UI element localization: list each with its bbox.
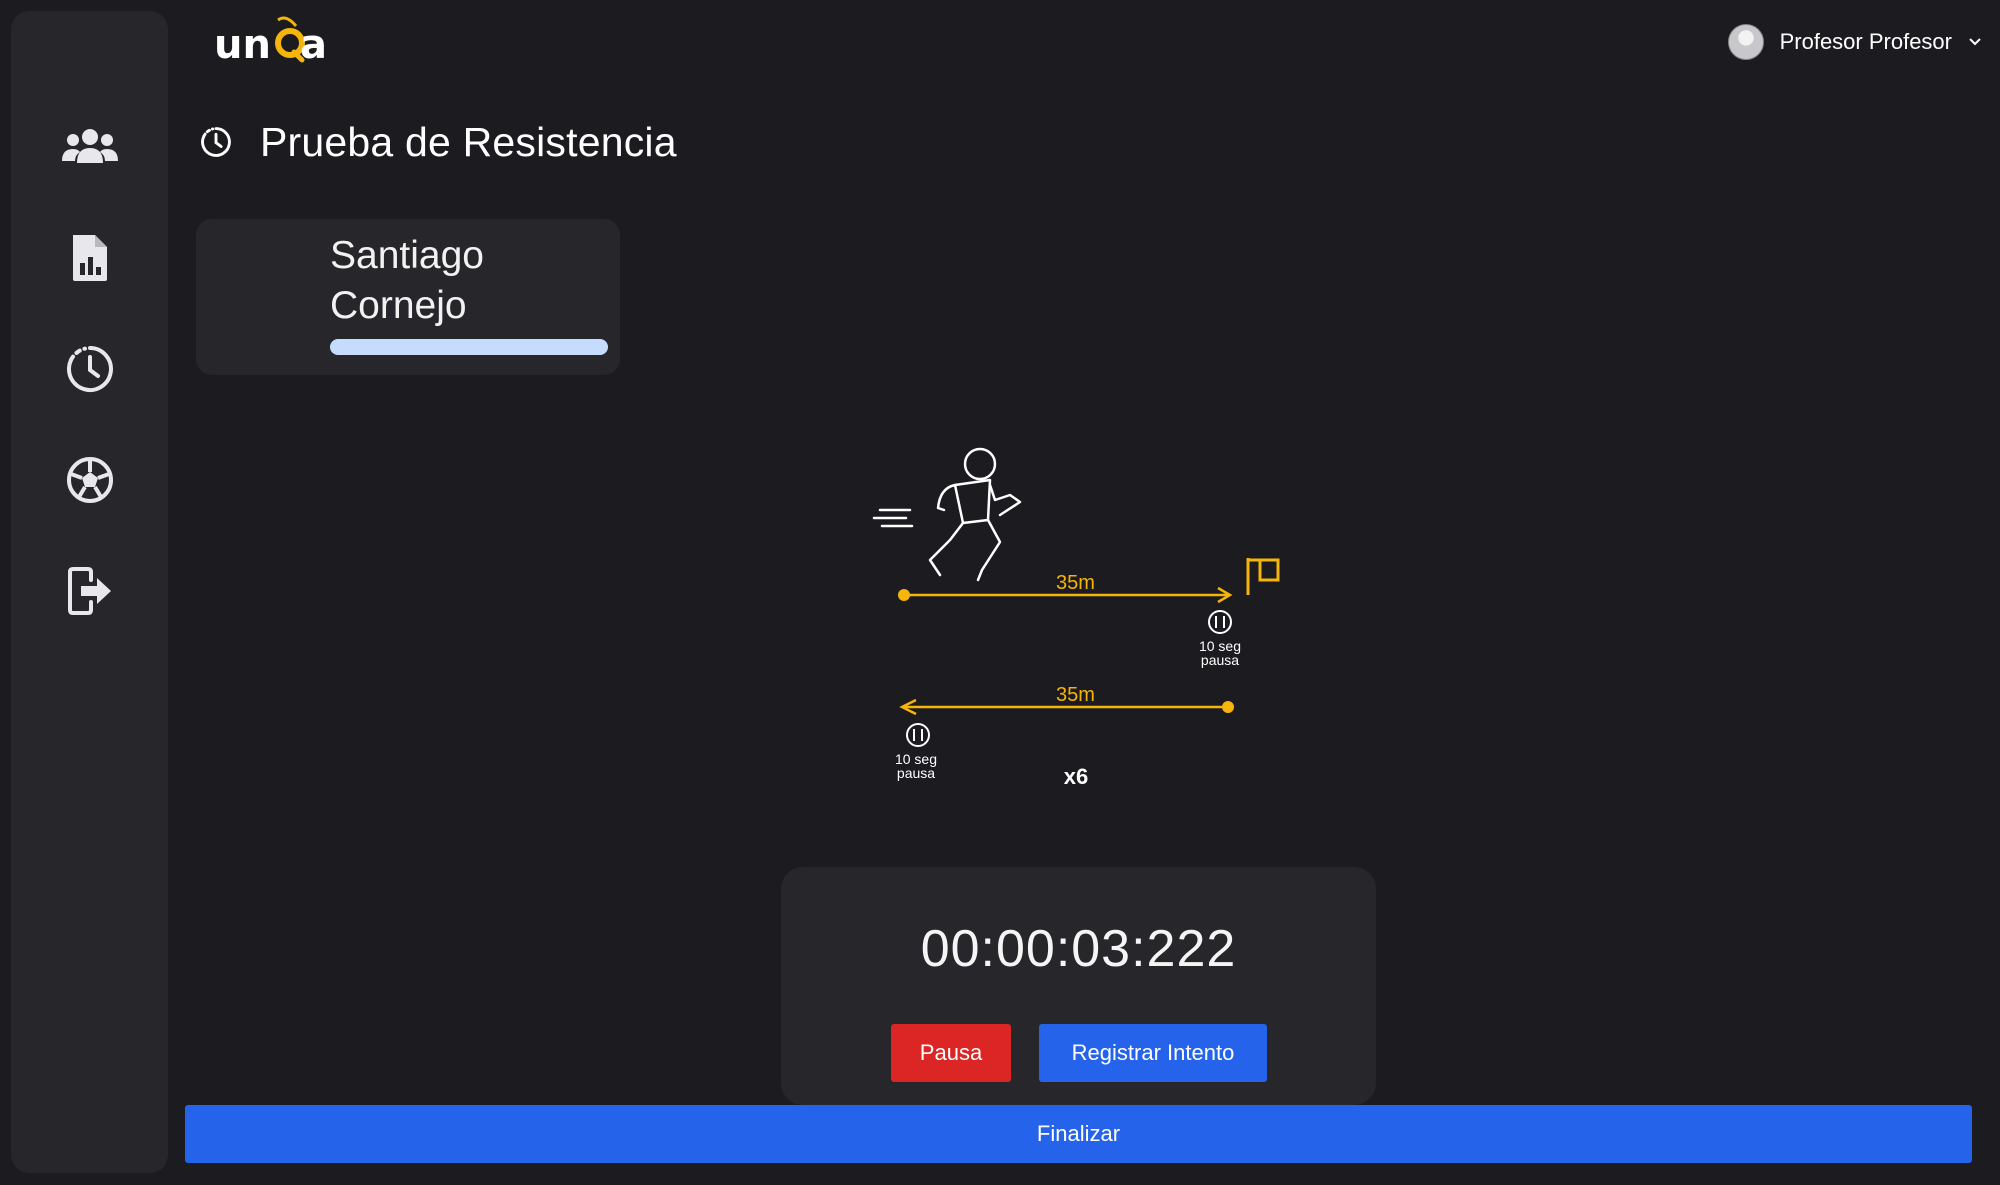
student-card[interactable]: Santiago Cornejo (196, 219, 620, 375)
user-menu[interactable]: Profesor Profesor (1727, 22, 1982, 62)
logout-icon (68, 567, 111, 615)
sidebar-item-logout[interactable] (49, 550, 131, 632)
svg-text:un: un (214, 22, 271, 66)
timer-card: 00:00:03:222 Pausa Registrar Intento (781, 867, 1376, 1105)
sidebar-item-history[interactable] (49, 328, 131, 410)
sidebar (11, 11, 168, 1173)
flag-icon (1246, 558, 1280, 595)
svg-text:a: a (300, 22, 327, 66)
forward-distance-label: 35m (1056, 572, 1095, 594)
brand-logo: un a (212, 12, 340, 68)
soccer-ball-icon (67, 457, 113, 503)
pause-icon (906, 723, 930, 747)
user-avatar (1727, 24, 1764, 60)
pause-button[interactable]: Pausa (891, 1024, 1011, 1082)
user-name: Profesor Profesor (1779, 29, 1952, 54)
student-name: Santiago Cornejo (330, 234, 484, 327)
clock-history-icon (67, 346, 113, 392)
timer-display: 00:00:03:222 (920, 920, 1237, 978)
report-chart-icon (73, 235, 107, 281)
finish-button[interactable]: Finalizar (185, 1105, 1972, 1163)
test-diagram: 35m 10 seg pausa 35m 10 seg pausa x6 (872, 447, 1280, 789)
pause-icon (1208, 610, 1232, 634)
page-title: Prueba de Resistencia (260, 118, 677, 165)
forward-pause-line2: pausa (1201, 652, 1239, 668)
sidebar-item-sports[interactable] (49, 439, 131, 521)
return-distance-label: 35m (1056, 684, 1095, 706)
register-attempt-button[interactable]: Registrar Intento (1039, 1024, 1267, 1082)
clock-history-icon (201, 127, 231, 157)
chevron-down-icon (1969, 38, 1981, 46)
sidebar-item-students[interactable] (49, 106, 131, 188)
page-header: Prueba de Resistencia (200, 112, 677, 172)
users-icon (62, 129, 118, 163)
student-progress-bar (330, 339, 608, 355)
sidebar-item-reports[interactable] (49, 217, 131, 299)
repetitions-label: x6 (1064, 764, 1088, 789)
return-pause-line2: pausa (897, 765, 935, 781)
runner-illustration (872, 447, 1022, 582)
